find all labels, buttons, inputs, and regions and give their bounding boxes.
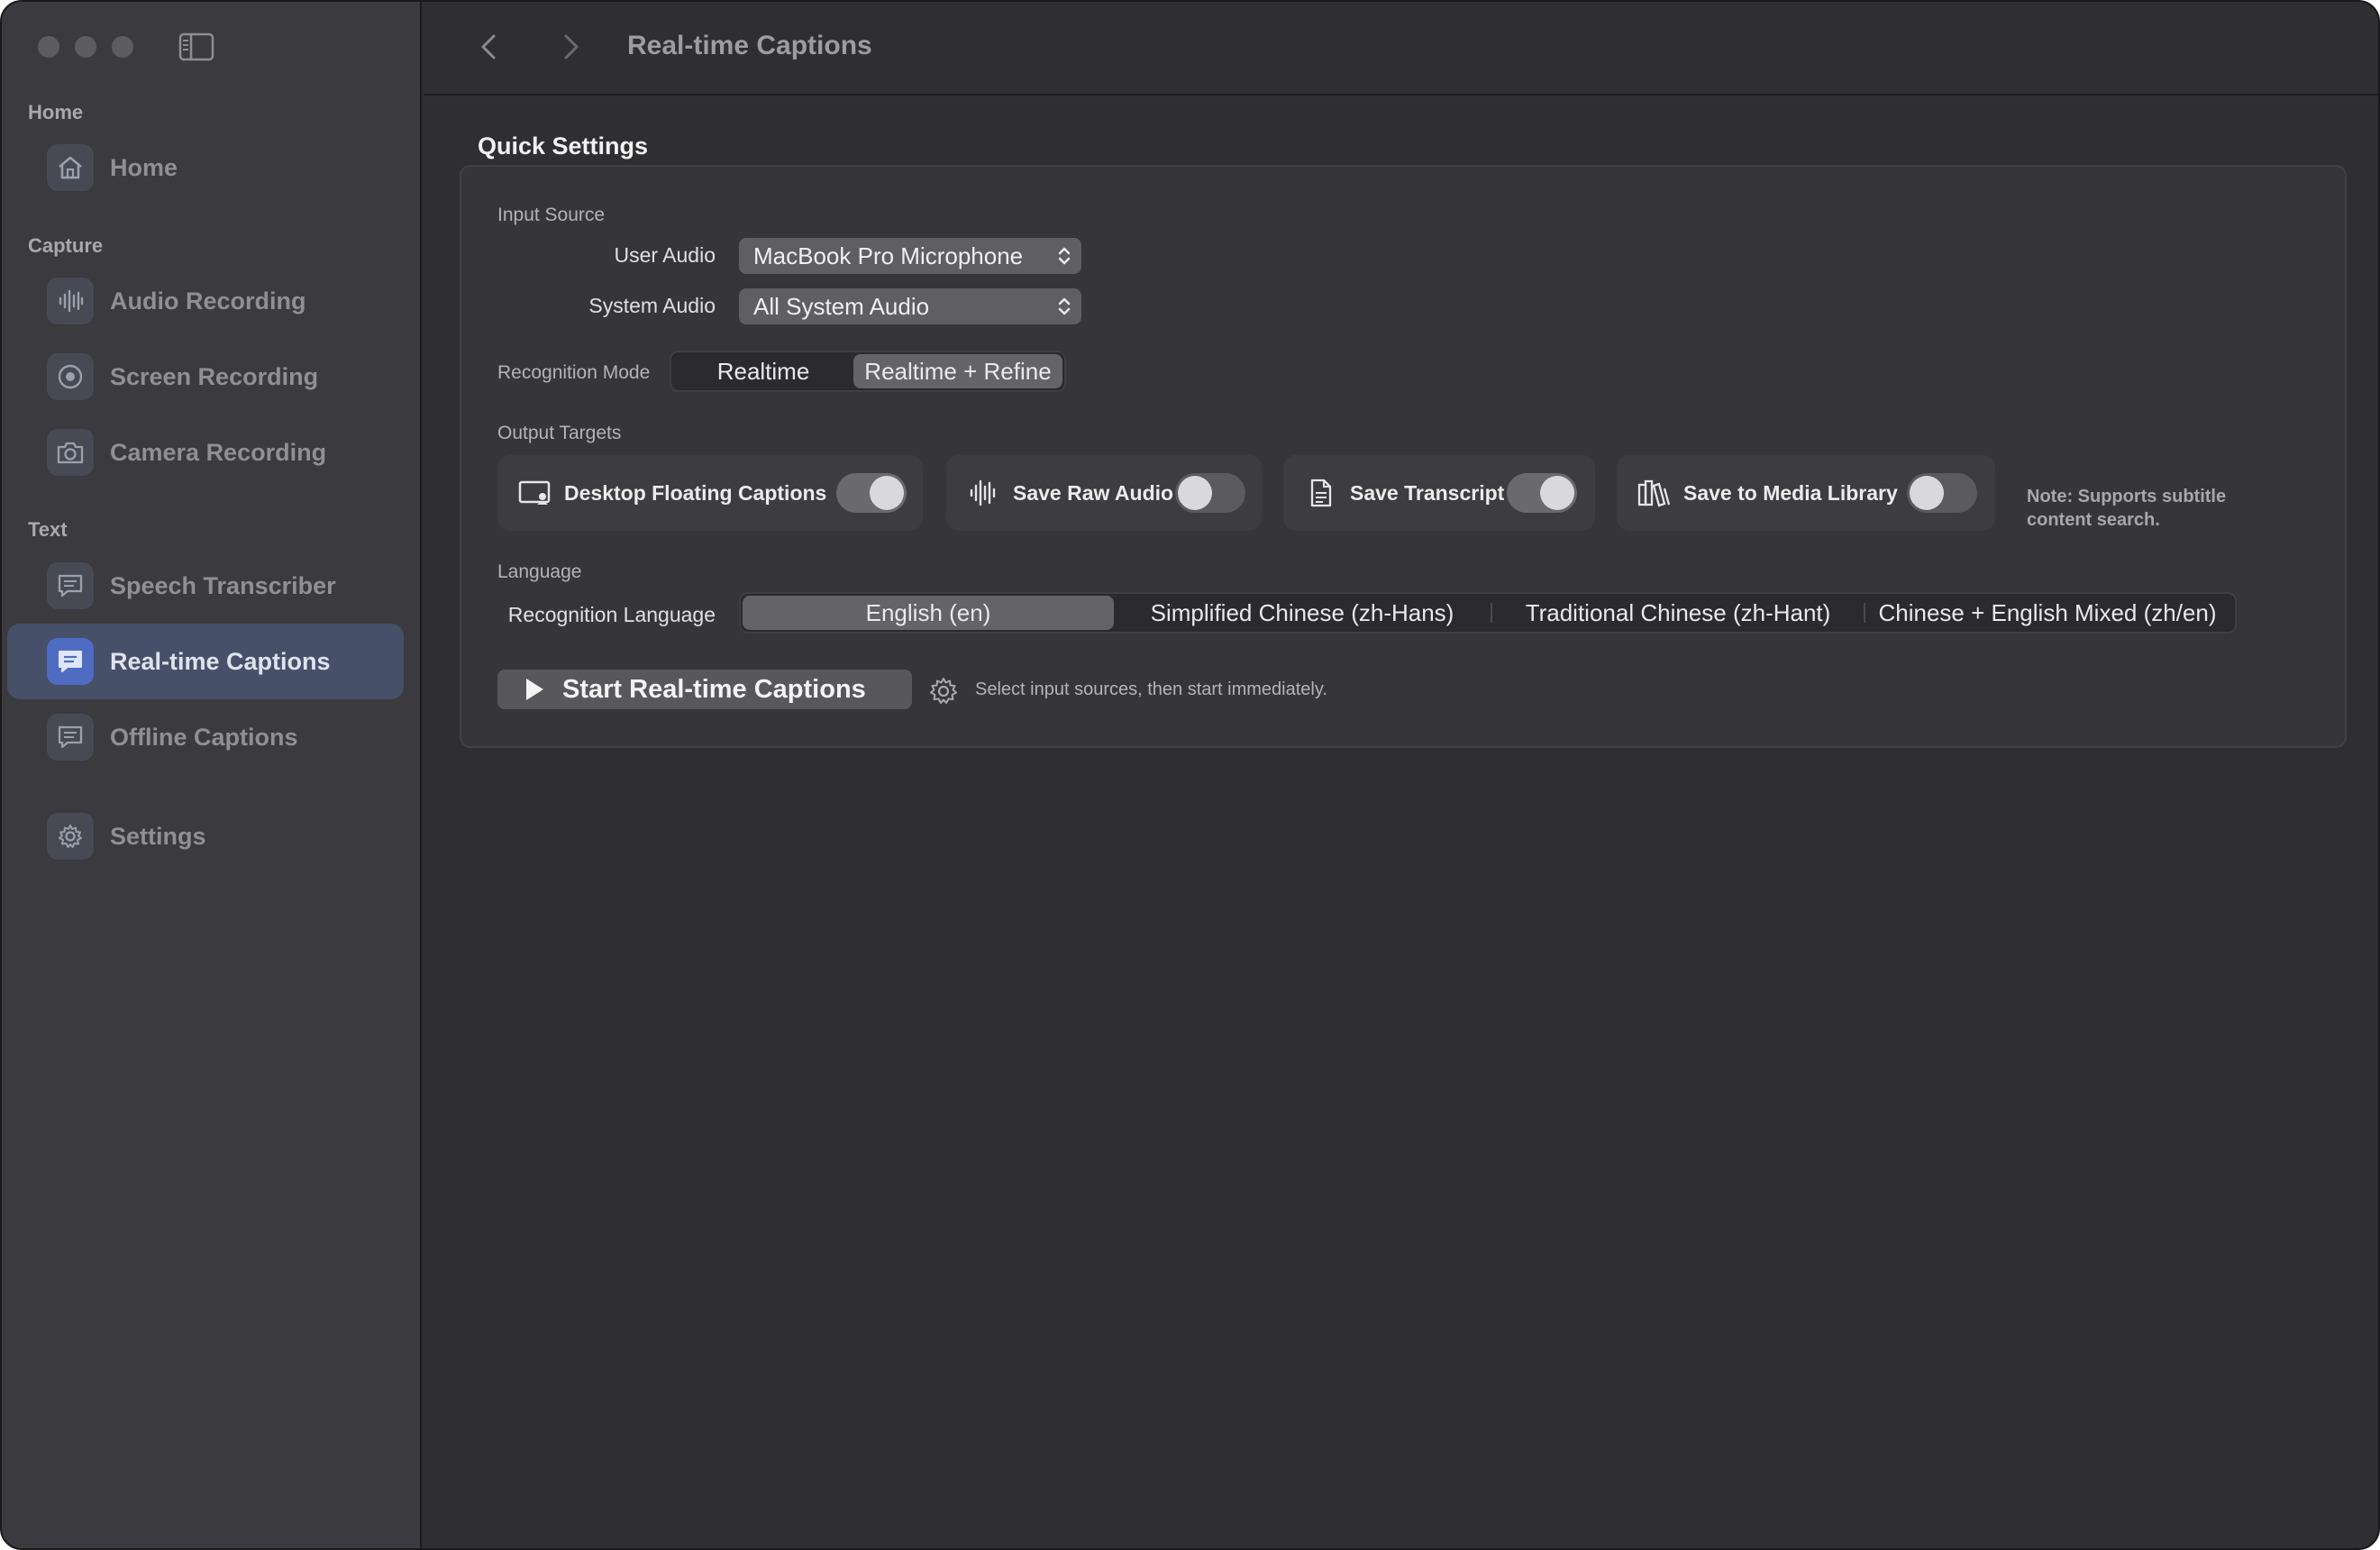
sidebar-item-label: Audio Recording	[110, 287, 306, 315]
page-title: Real-time Captions	[627, 31, 872, 60]
user-audio-select[interactable]: MacBook Pro Microphone	[739, 238, 1081, 274]
user-audio-label: User Audio	[614, 243, 716, 267]
up-down-chevron-icon	[1058, 297, 1071, 315]
sidebar-item-real-time-captions[interactable]: Real-time Captions	[7, 624, 404, 699]
output-targets-label: Output Targets	[497, 423, 622, 443]
mode-option-realtime-refine[interactable]: Realtime + Refine	[853, 354, 1062, 388]
sidebar-item-label: Camera Recording	[110, 438, 327, 466]
language-option-simplified-chinese[interactable]: Simplified Chinese (zh-Hans)	[1114, 596, 1491, 630]
save-to-media-library-toggle[interactable]	[1907, 473, 1977, 513]
start-hint: Select input sources, then start immedia…	[975, 679, 1327, 699]
section-label-text: Text	[28, 518, 68, 541]
target-save-to-media-library: Save to Media Library	[1617, 455, 1995, 531]
sidebar-item-audio-recording[interactable]: Audio Recording	[7, 263, 404, 339]
target-label: Desktop Floating Captions	[564, 480, 827, 505]
close-window-button[interactable]	[38, 36, 59, 58]
sidebar-item-label: Offline Captions	[110, 723, 298, 751]
recognition-mode-control: Realtime Realtime + Refine	[670, 351, 1066, 392]
quick-settings-title: Quick Settings	[478, 132, 649, 160]
forward-chevron-icon[interactable]	[557, 31, 584, 63]
input-source-label: Input Source	[497, 205, 606, 225]
caption-bubble-icon	[47, 638, 94, 685]
language-label: Language	[497, 561, 582, 582]
sidebar-item-screen-recording[interactable]: Screen Recording	[7, 339, 404, 415]
document-icon	[1310, 479, 1332, 507]
language-option-traditional-chinese[interactable]: Traditional Chinese (zh-Hant)	[1492, 596, 1864, 630]
system-audio-select[interactable]: All System Audio	[739, 288, 1081, 324]
sidebar-item-speech-transcriber[interactable]: Speech Transcriber	[7, 548, 404, 624]
sidebar-item-label: Speech Transcriber	[110, 571, 336, 599]
gear-icon[interactable]	[928, 676, 959, 707]
sidebar: Home Home Capture Audio Recording Screen…	[2, 2, 422, 1548]
mode-option-realtime[interactable]: Realtime	[673, 354, 853, 388]
start-button-label: Start Real-time Captions	[562, 674, 866, 704]
section-label-capture: Capture	[28, 234, 104, 257]
toggle-knob	[1540, 476, 1574, 510]
minimize-window-button[interactable]	[75, 36, 96, 58]
system-audio-value: All System Audio	[753, 292, 930, 320]
sidebar-item-settings[interactable]: Settings	[7, 798, 404, 874]
save-raw-audio-toggle[interactable]	[1175, 473, 1245, 513]
floating-caption-icon	[518, 480, 551, 505]
user-audio-value: MacBook Pro Microphone	[753, 242, 1024, 269]
toggle-knob	[870, 476, 904, 510]
window-controls	[38, 36, 133, 58]
sidebar-item-home[interactable]: Home	[7, 130, 404, 205]
app-window: Home Home Capture Audio Recording Screen…	[0, 0, 2380, 1550]
sidebar-toggle-icon[interactable]	[178, 32, 214, 61]
camera-icon	[47, 429, 94, 476]
sidebar-item-label: Home	[110, 153, 178, 181]
toggle-knob	[1178, 476, 1212, 510]
books-icon	[1637, 479, 1671, 507]
target-label: Save Raw Audio	[1013, 480, 1174, 505]
system-audio-label: System Audio	[588, 294, 716, 317]
language-option-english[interactable]: English (en)	[743, 596, 1114, 630]
waveform-icon	[47, 278, 94, 324]
toggle-knob	[1910, 476, 1944, 510]
waveform-icon	[970, 479, 996, 506]
start-real-time-captions-button[interactable]: Start Real-time Captions	[497, 670, 912, 709]
desktop-floating-captions-toggle[interactable]	[836, 473, 907, 513]
record-icon	[47, 353, 94, 400]
sidebar-item-label: Real-time Captions	[110, 647, 331, 675]
sidebar-item-offline-captions[interactable]: Offline Captions	[7, 699, 404, 775]
sidebar-item-camera-recording[interactable]: Camera Recording	[7, 415, 404, 490]
target-label: Save to Media Library	[1683, 480, 1898, 505]
back-chevron-icon[interactable]	[476, 31, 503, 63]
sidebar-item-label: Settings	[110, 822, 206, 850]
output-targets-note: Note: Supports subtitle content search.	[2027, 487, 2227, 530]
section-label-home: Home	[28, 101, 84, 123]
house-icon	[47, 144, 94, 191]
gear-icon	[47, 813, 94, 860]
target-save-raw-audio: Save Raw Audio	[946, 455, 1262, 531]
recognition-language-label: Recognition Language	[507, 603, 716, 626]
caption-bubble-icon	[47, 714, 94, 761]
target-desktop-floating-captions: Desktop Floating Captions	[497, 455, 923, 531]
target-save-transcript: Save Transcript	[1283, 455, 1595, 531]
play-icon	[526, 679, 543, 700]
sidebar-item-label: Screen Recording	[110, 362, 319, 390]
zoom-window-button[interactable]	[112, 36, 133, 58]
language-option-chinese-english-mixed[interactable]: Chinese + English Mixed (zh/en)	[1865, 596, 2230, 630]
up-down-chevron-icon	[1058, 247, 1071, 265]
recognition-mode-label: Recognition Mode	[497, 362, 651, 383]
target-label: Save Transcript	[1350, 480, 1505, 505]
toolbar: Real-time Captions	[424, 2, 2378, 96]
text-bubble-icon	[47, 562, 94, 609]
recognition-language-control: English (en) Simplified Chinese (zh-Hans…	[739, 592, 2237, 634]
save-transcript-toggle[interactable]	[1507, 473, 1577, 513]
